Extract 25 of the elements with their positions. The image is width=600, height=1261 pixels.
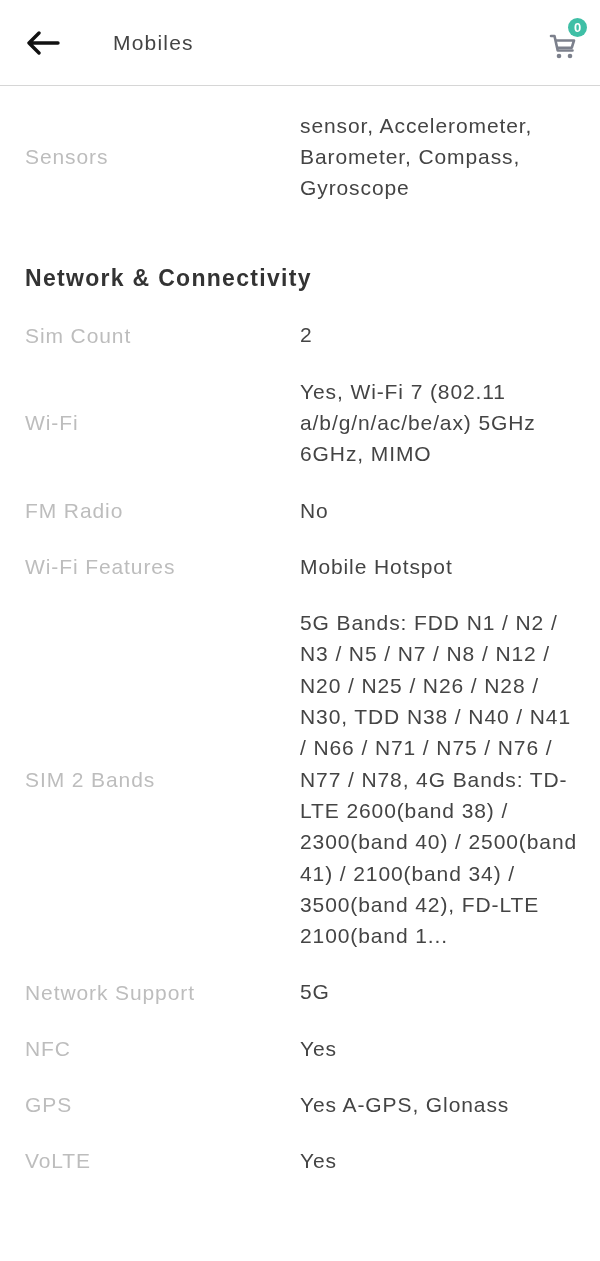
- spec-value: Yes: [300, 1148, 338, 1175]
- spec-value: sensor, Accelerometer, Barometer, Compass, Gyroscope: [300, 112, 534, 202]
- spec-label: NFC: [24, 1035, 72, 1062]
- spec-label: GPS: [24, 1092, 74, 1119]
- spec-value: 5G Bands: FDD N1 / N2 / N3 / N5 / N7 / N8 / N12 / N20 / N25 / N26 / N28 / N30, TDD N38 / N40 / N41 / N66 / N71 / N75 / N76 / N77 / N78, 4G Bands: TD-LTE 2600(band 38) / 2300(band 40) / 2500(band 41) / 2100(band 34) / 3500(band 42), FD-LTE 2100(band 1...: [300, 610, 579, 950]
- spec-value: 2: [300, 322, 314, 349]
- cart-count-badge: 0: [568, 17, 587, 37]
- spec-label: Wi-Fi: [24, 410, 80, 437]
- spec-value: Yes A-GPS, Glonass: [300, 1092, 511, 1119]
- spec-label: Wi-Fi Features: [24, 554, 177, 580]
- spec-label: Sim Count: [24, 322, 133, 349]
- spec-value: Yes: [300, 1035, 338, 1062]
- back-button[interactable]: [26, 30, 60, 55]
- page-title: Mobiles: [113, 30, 195, 55]
- spec-value: Yes, Wi-Fi 7 (802.11 a/b/g/n/ac/be/ax) 5GHz 6GHz, MIMO: [300, 378, 537, 468]
- spec-value: 5G: [300, 979, 331, 1006]
- spec-value: No: [300, 497, 330, 524]
- spec-label: SIM 2 Bands: [24, 766, 157, 793]
- spec-label: FM Radio: [24, 497, 125, 524]
- section-heading: Network & Connectivity: [25, 263, 313, 293]
- spec-value: Mobile Hotspot: [300, 553, 454, 580]
- back-arrow-icon: [26, 30, 60, 55]
- spec-label: VoLTE: [24, 1148, 92, 1175]
- spec-label: Sensors: [24, 143, 110, 170]
- spec-label: Network Support: [24, 979, 196, 1006]
